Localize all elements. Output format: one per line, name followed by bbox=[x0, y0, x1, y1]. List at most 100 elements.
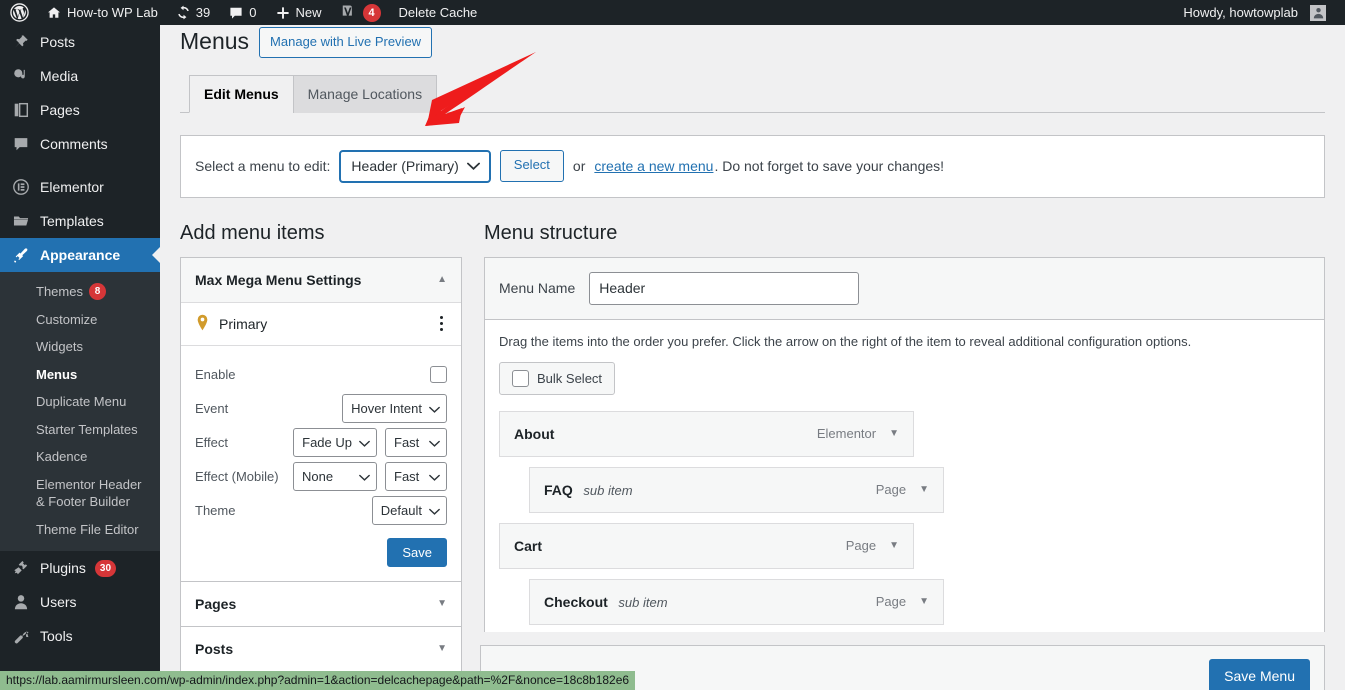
posts-panel-header[interactable]: Posts ▼ bbox=[181, 627, 461, 671]
submenu-label: Themes bbox=[36, 284, 83, 299]
updates-menu[interactable]: 39 bbox=[167, 0, 219, 25]
menu-item-row[interactable]: Checkout sub item Page ▼ bbox=[529, 578, 944, 625]
admin-sidebar: Posts Media Pages Comments Elementor Tem… bbox=[0, 25, 160, 690]
comments-menu[interactable]: 0 bbox=[219, 0, 265, 25]
bulk-select-button[interactable]: Bulk Select bbox=[499, 361, 616, 395]
sidebar-label: Users bbox=[40, 594, 77, 611]
vertical-dots-icon[interactable] bbox=[436, 314, 447, 333]
sidebar-item-users[interactable]: Users bbox=[0, 585, 160, 619]
sidebar-item-media[interactable]: Media bbox=[0, 59, 160, 93]
submenu-label: Kadence bbox=[36, 449, 88, 465]
event-value: Hover Intent bbox=[351, 401, 422, 417]
theme-controls: Default bbox=[371, 496, 447, 526]
plug-icon bbox=[11, 559, 31, 577]
nav-tabs: Edit Menus Manage Locations bbox=[180, 74, 1325, 113]
posts-panel: Posts ▼ bbox=[180, 625, 462, 671]
admin-bar-right: Howdy, howtowplab bbox=[1174, 0, 1345, 25]
setting-row-event: Event Hover Intent bbox=[195, 392, 447, 426]
sidebar-subitem-theme-file-editor[interactable]: Theme File Editor bbox=[0, 516, 160, 544]
tab-manage-locations[interactable]: Manage Locations bbox=[292, 74, 438, 113]
sidebar-subitem-menus[interactable]: Menus bbox=[0, 361, 160, 389]
select-button[interactable]: Select bbox=[499, 150, 564, 183]
sidebar-subitem-kadence[interactable]: Kadence bbox=[0, 443, 160, 471]
sidebar-label: Pages bbox=[40, 102, 80, 118]
menu-item-row[interactable]: Cart Page ▼ bbox=[499, 522, 914, 569]
triangle-down-icon[interactable]: ▼ bbox=[437, 643, 447, 654]
triangle-down-icon[interactable]: ▼ bbox=[919, 484, 929, 495]
triangle-down-icon[interactable]: ▼ bbox=[889, 428, 899, 439]
sidebar-subitem-themes[interactable]: Themes 8 bbox=[0, 278, 160, 306]
sidebar-subitem-ehf-builder[interactable]: Elementor Header & Footer Builder bbox=[0, 471, 160, 516]
theme-select[interactable]: Default bbox=[371, 496, 447, 526]
sidebar-item-comments[interactable]: Comments bbox=[0, 127, 160, 161]
sidebar-item-templates[interactable]: Templates bbox=[0, 204, 160, 238]
menu-item-right: Page ▼ bbox=[876, 594, 929, 609]
max-mega-menu-header[interactable]: Max Mega Menu Settings ▲ bbox=[181, 257, 461, 302]
pages-panel-title: Pages bbox=[195, 595, 237, 612]
select-menu-label: Select a menu to edit: bbox=[195, 158, 331, 175]
delete-cache-menu[interactable]: Delete Cache bbox=[390, 0, 487, 25]
sidebar-label: Tools bbox=[40, 628, 73, 645]
sidebar-item-posts[interactable]: Posts bbox=[0, 25, 160, 59]
menu-item-title: Cart bbox=[514, 537, 543, 554]
media-icon bbox=[11, 67, 31, 85]
add-menu-items-column: Add menu items Max Mega Menu Settings ▲ bbox=[180, 222, 462, 690]
menu-select-dropdown[interactable]: Header (Primary) bbox=[339, 149, 491, 183]
howdy-label: Howdy, howtowplab bbox=[1183, 5, 1298, 20]
effect-mobile-select[interactable]: None bbox=[293, 462, 377, 492]
wordpress-logo-menu[interactable] bbox=[0, 0, 37, 25]
my-account-menu[interactable]: Howdy, howtowplab bbox=[1174, 0, 1335, 25]
pages-panel-header[interactable]: Pages ▼ bbox=[181, 582, 461, 626]
add-menu-items-heading: Add menu items bbox=[180, 221, 325, 244]
yoast-seo-menu[interactable]: 4 bbox=[331, 0, 390, 25]
chevron-down-icon bbox=[466, 158, 480, 174]
bulk-select-checkbox[interactable] bbox=[512, 369, 529, 387]
sidebar-item-elementor[interactable]: Elementor bbox=[0, 170, 160, 204]
pages-panel: Pages ▼ bbox=[180, 580, 462, 626]
menu-structure-inner: Drag the items into the order you prefer… bbox=[485, 320, 1324, 681]
sidebar-subitem-customize[interactable]: Customize bbox=[0, 306, 160, 334]
setting-row-theme: Theme Default bbox=[195, 494, 447, 528]
mega-menu-save-button[interactable]: Save bbox=[387, 537, 447, 567]
submenu-label: Widgets bbox=[36, 339, 83, 355]
effect-select[interactable]: Fade Up bbox=[293, 428, 377, 458]
menu-item-row[interactable]: About Elementor ▼ bbox=[499, 410, 914, 457]
sidebar-subitem-widgets[interactable]: Widgets bbox=[0, 333, 160, 361]
sidebar-item-appearance[interactable]: Appearance bbox=[0, 238, 160, 272]
menu-item-type: Page bbox=[875, 482, 907, 498]
event-select[interactable]: Hover Intent bbox=[342, 394, 447, 424]
effect-mobile-speed-value: Fast bbox=[394, 469, 420, 485]
new-content-menu[interactable]: New bbox=[266, 0, 331, 25]
save-menu-button[interactable]: Save Menu bbox=[1209, 659, 1310, 690]
menu-name-input[interactable]: Header bbox=[589, 271, 860, 305]
triangle-down-icon[interactable]: ▼ bbox=[437, 598, 447, 609]
manage-with-live-preview-button[interactable]: Manage with Live Preview bbox=[259, 27, 433, 58]
triangle-up-icon[interactable]: ▲ bbox=[437, 274, 447, 285]
submenu-label: Customize bbox=[36, 311, 98, 327]
enable-checkbox[interactable] bbox=[430, 366, 447, 384]
sidebar-subitem-starter-templates[interactable]: Starter Templates bbox=[0, 416, 160, 444]
sidebar-item-pages[interactable]: Pages bbox=[0, 93, 160, 127]
wordpress-logo-icon bbox=[10, 3, 29, 22]
site-name-menu[interactable]: How-to WP Lab bbox=[37, 0, 167, 25]
create-a-new-menu-link[interactable]: create a new menu bbox=[594, 158, 713, 174]
menu-structure-column: Menu structure Menu Name Header Drag the… bbox=[484, 222, 1325, 690]
effect-speed-select[interactable]: Fast bbox=[385, 428, 447, 458]
enable-controls bbox=[430, 366, 447, 384]
menu-item-sub-label: sub item bbox=[618, 594, 668, 610]
comments-count: 0 bbox=[249, 5, 257, 20]
tab-edit-menus[interactable]: Edit Menus bbox=[189, 74, 294, 113]
menu-item-row[interactable]: FAQ sub item Page ▼ bbox=[529, 466, 944, 513]
save-reminder-text: . Do not forget to save your changes! bbox=[714, 158, 945, 175]
sidebar-item-plugins[interactable]: Plugins 30 bbox=[0, 551, 160, 585]
effect-mobile-label: Effect (Mobile) bbox=[195, 469, 279, 485]
triangle-down-icon[interactable]: ▼ bbox=[919, 596, 929, 607]
sidebar-item-tools[interactable]: Tools bbox=[0, 619, 160, 653]
sidebar-subitem-duplicate-menu[interactable]: Duplicate Menu bbox=[0, 388, 160, 416]
admin-content: Menus Manage with Live Preview Edit Menu… bbox=[160, 25, 1345, 690]
triangle-down-icon[interactable]: ▼ bbox=[889, 540, 899, 551]
menu-item-left: Checkout sub item bbox=[544, 594, 668, 610]
effect-mobile-speed-select[interactable]: Fast bbox=[385, 462, 447, 492]
wordpress-admin-screen: How-to WP Lab 39 0 New 4 Delete Cache Ho… bbox=[0, 0, 1345, 690]
selected-menu-value: Header (Primary) bbox=[351, 158, 459, 175]
